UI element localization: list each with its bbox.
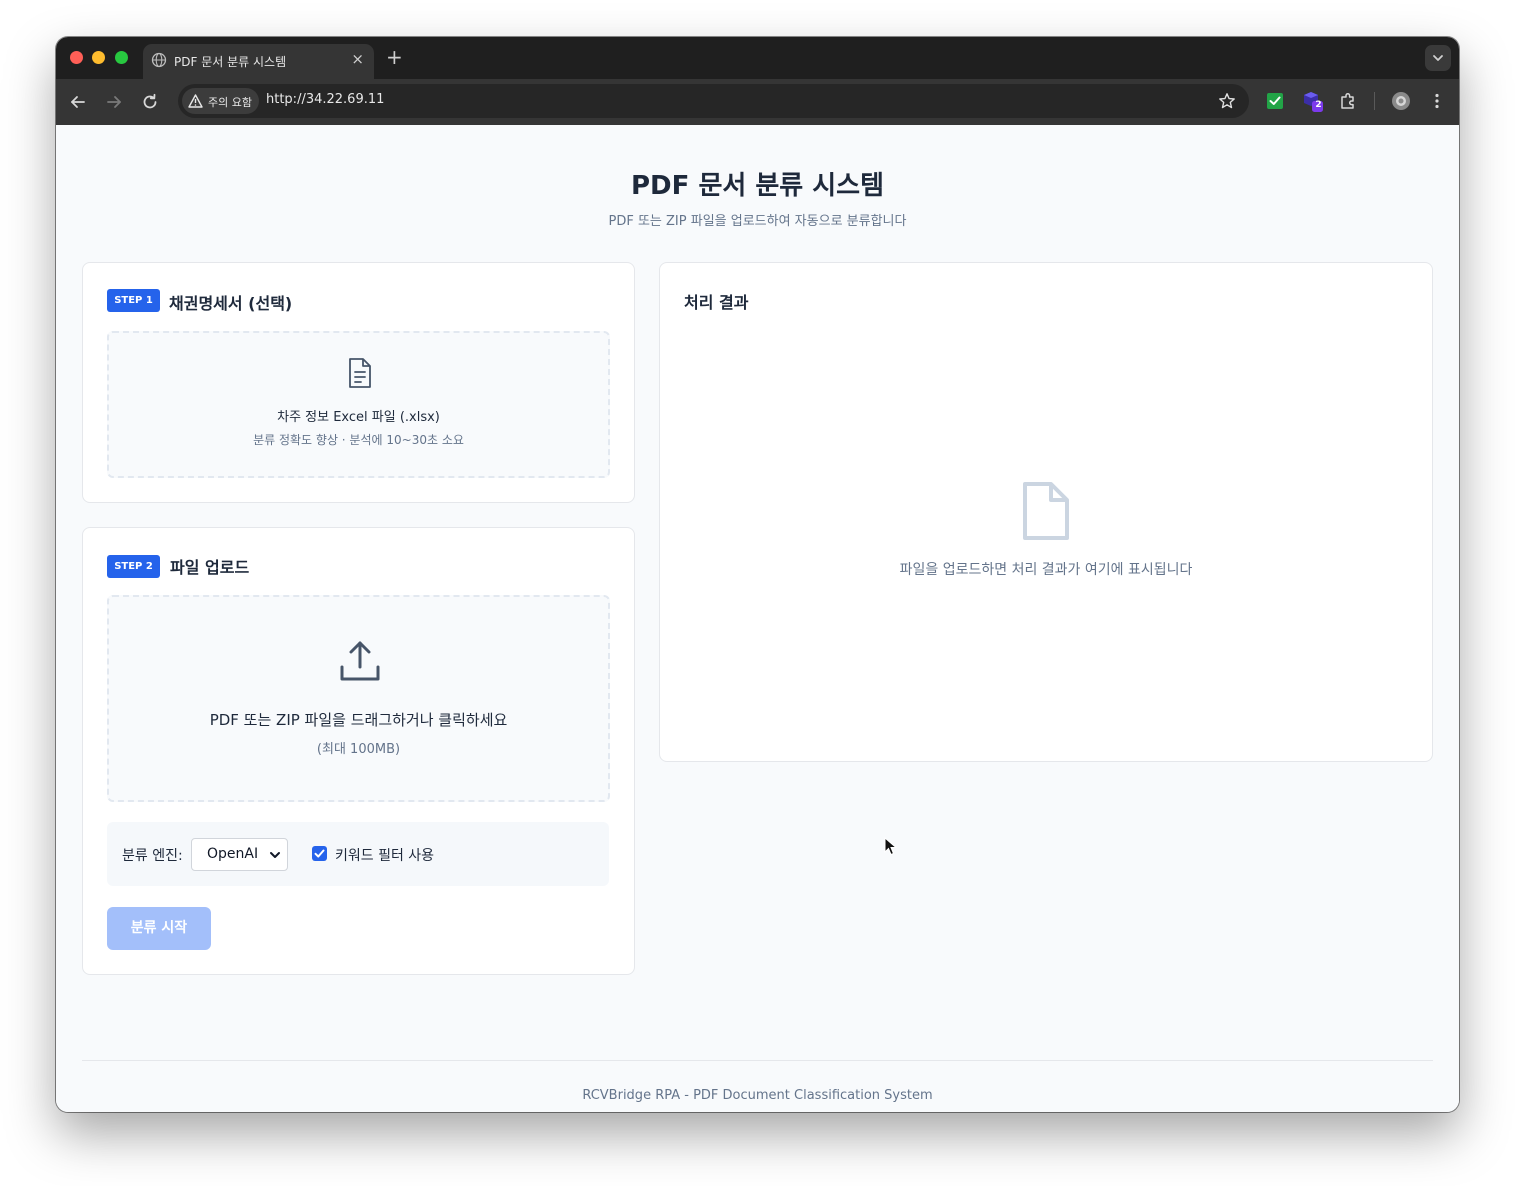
extension-with-badge[interactable]: 2: [1302, 90, 1324, 112]
reload-icon[interactable]: [140, 92, 160, 112]
browser-tab[interactable]: PDF 문서 분류 시스템 ×: [143, 44, 374, 79]
engine-select[interactable]: OpenAI: [191, 838, 288, 871]
page-subtitle: PDF 또는 ZIP 파일을 업로드하여 자동으로 분류합니다: [608, 214, 907, 229]
security-warning-chip[interactable]: 주의 요함: [182, 88, 259, 114]
checkmark-icon: [314, 849, 325, 858]
address-bar[interactable]: 주의 요함 http://34.22.69.11: [178, 84, 1249, 118]
upload-dropzone-hint: (최대 100MB): [316, 742, 401, 757]
mouse-cursor-icon: [884, 837, 898, 856]
excel-dropzone[interactable]: 차주 정보 Excel 파일 (.xlsx) 분류 정확도 향상 · 분석에 1…: [107, 331, 610, 478]
results-empty-message: 파일을 업로드하면 처리 결과가 여기에 표시됩니다: [899, 562, 1193, 578]
new-tab-button[interactable]: +: [386, 45, 403, 69]
back-arrow-icon[interactable]: [68, 92, 88, 112]
checkmark-extension-icon[interactable]: [1266, 92, 1284, 110]
upload-icon: [340, 641, 380, 681]
document-text-icon: [349, 358, 371, 388]
document-icon: [1023, 482, 1069, 540]
maximize-window-button[interactable]: [115, 51, 128, 64]
tab-strip: PDF 문서 분류 시스템 × +: [56, 37, 1459, 79]
page-content: PDF 문서 분류 시스템 PDF 또는 ZIP 파일을 업로드하여 자동으로 …: [56, 125, 1459, 1112]
engine-select-value: OpenAI: [207, 846, 259, 862]
profile-avatar-icon[interactable]: [1391, 91, 1411, 111]
bookmark-star-icon[interactable]: [1218, 92, 1236, 110]
browser-window: PDF 문서 분류 시스템 × + 주의 요함 http://34.22.69.…: [56, 37, 1459, 1112]
tab-title: PDF 문서 분류 시스템: [174, 55, 287, 69]
results-card: 처리 결과 파일을 업로드하면 처리 결과가 여기에 표시됩니다: [659, 262, 1433, 762]
step2-card: STEP 2 파일 업로드 PDF 또는 ZIP 파일을 드래그하거나 클릭하세…: [82, 527, 635, 975]
step1-heading: 채권명세서 (선택): [169, 294, 293, 313]
step2-heading: 파일 업로드: [170, 558, 250, 577]
keyword-filter-label[interactable]: 키워드 필터 사용: [335, 845, 434, 865]
excel-dropzone-title: 차주 정보 Excel 파일 (.xlsx): [277, 410, 440, 425]
upload-dropzone-title: PDF 또는 ZIP 파일을 드래그하거나 클릭하세요: [209, 711, 508, 729]
chevron-down-icon: [1433, 55, 1443, 61]
keyword-filter-checkbox[interactable]: [312, 846, 327, 861]
step1-card: STEP 1 채권명세서 (선택) 차주 정보 Excel 파일 (.xlsx)…: [82, 262, 635, 503]
footer-text: RCVBridge RPA - PDF Document Classificat…: [582, 1088, 933, 1103]
file-upload-dropzone[interactable]: PDF 또는 ZIP 파일을 드래그하거나 클릭하세요 (최대 100MB): [107, 595, 610, 802]
tab-close-button[interactable]: ×: [351, 50, 364, 68]
footer-divider: [82, 1060, 1433, 1061]
excel-dropzone-hint: 분류 정확도 향상 · 분석에 10~30초 소요: [253, 433, 464, 447]
engine-label: 분류 엔진:: [122, 848, 183, 864]
chevron-down-icon: [270, 852, 280, 858]
page-title: PDF 문서 분류 시스템: [631, 171, 884, 201]
step2-badge: STEP 2: [107, 555, 160, 578]
url-text[interactable]: http://34.22.69.11: [266, 92, 384, 107]
browser-toolbar: 주의 요함 http://34.22.69.11 2: [56, 79, 1459, 125]
results-title: 처리 결과: [684, 293, 749, 312]
forward-arrow-icon[interactable]: [104, 92, 124, 112]
warning-triangle-icon: [188, 94, 203, 108]
globe-icon: [151, 52, 167, 68]
close-window-button[interactable]: [70, 51, 83, 64]
step1-badge: STEP 1: [107, 289, 160, 312]
start-classification-button[interactable]: 분류 시작: [107, 907, 211, 950]
extension-badge-count: 2: [1315, 100, 1322, 110]
minimize-window-button[interactable]: [92, 51, 105, 64]
more-menu-icon[interactable]: [1428, 92, 1446, 110]
security-warning-label: 주의 요함: [208, 96, 252, 109]
toolbar-divider: [1374, 92, 1375, 110]
tab-search-button[interactable]: [1425, 45, 1451, 71]
options-row: 분류 엔진: OpenAI 키워드 필터 사용: [107, 822, 609, 886]
puzzle-extensions-icon[interactable]: [1339, 92, 1357, 110]
